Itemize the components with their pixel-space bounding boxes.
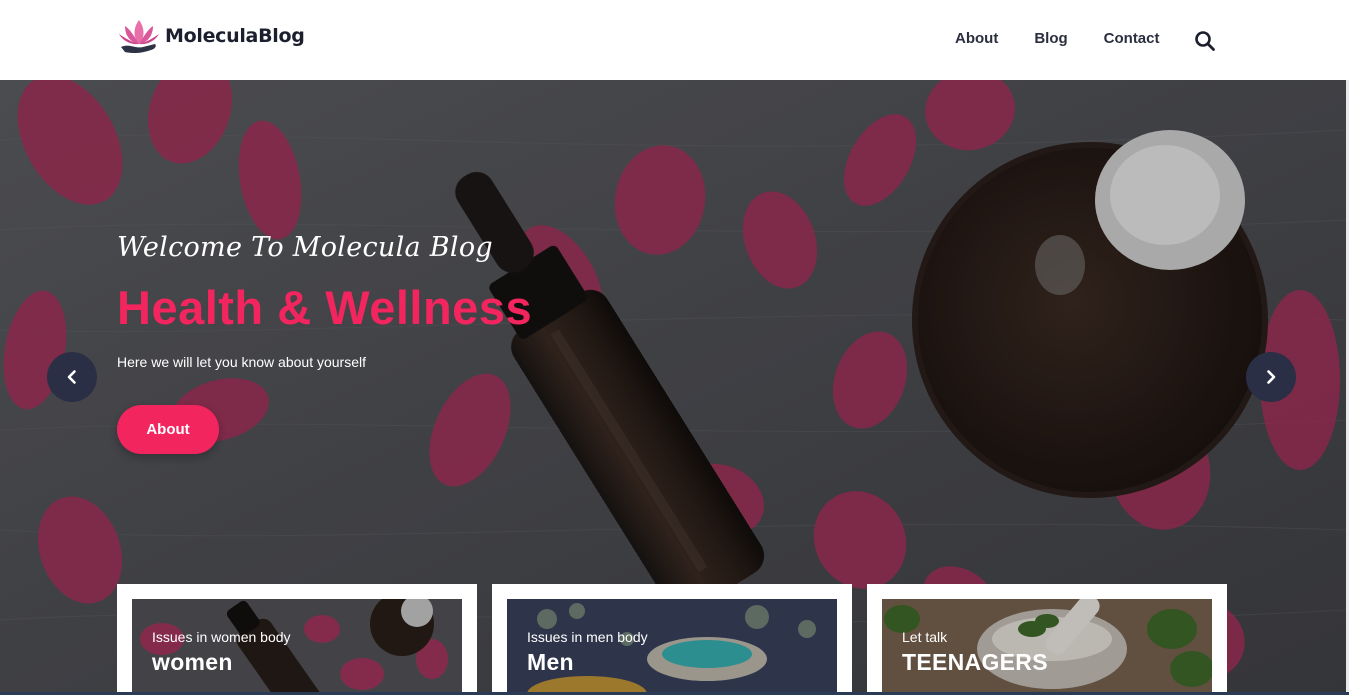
women-card-image bbox=[132, 599, 462, 695]
chevron-right-icon bbox=[1267, 370, 1276, 384]
hero-title: Health & Wellness bbox=[117, 281, 533, 334]
card-title: TEENAGERS bbox=[902, 649, 1048, 675]
nav-contact-link[interactable]: Contact bbox=[1104, 29, 1160, 49]
card-image: Issues in women body women bbox=[132, 599, 462, 695]
card-kicker: Let talk bbox=[902, 629, 948, 645]
hero-subtitle: Here we will let you know about yourself bbox=[117, 354, 367, 370]
hero-welcome-text: Welcome To Molecula Blog bbox=[117, 232, 494, 263]
card-title: Men bbox=[527, 649, 574, 675]
card-title: women bbox=[152, 649, 233, 675]
card-image: Issues in men body Men bbox=[507, 599, 837, 695]
lotus-icon bbox=[119, 20, 159, 54]
category-card-teenagers[interactable]: Let talk TEENAGERS bbox=[867, 584, 1227, 695]
brand-name: MoleculaBlog bbox=[165, 25, 305, 47]
card-image: Let talk TEENAGERS bbox=[882, 599, 1212, 695]
site-header: MoleculaBlog About Blog Contact bbox=[0, 0, 1349, 80]
slider-prev-button[interactable] bbox=[47, 352, 97, 402]
slider-next-button[interactable] bbox=[1246, 352, 1296, 402]
hero-about-button[interactable]: About bbox=[117, 405, 219, 454]
search-icon[interactable] bbox=[1194, 30, 1216, 52]
category-card-men[interactable]: Issues in men body Men bbox=[492, 584, 852, 695]
card-kicker: Issues in women body bbox=[152, 629, 291, 645]
nav-about-link[interactable]: About bbox=[955, 29, 998, 49]
category-card-women[interactable]: Issues in women body women bbox=[117, 584, 477, 695]
teenagers-card-image bbox=[882, 599, 1212, 695]
brand-logo[interactable]: MoleculaBlog bbox=[117, 16, 305, 56]
card-kicker: Issues in men body bbox=[527, 629, 648, 645]
men-card-image bbox=[507, 599, 837, 695]
chevron-left-icon bbox=[67, 370, 76, 384]
main-nav: About Blog Contact bbox=[955, 29, 1160, 49]
nav-blog-link[interactable]: Blog bbox=[1034, 29, 1067, 49]
